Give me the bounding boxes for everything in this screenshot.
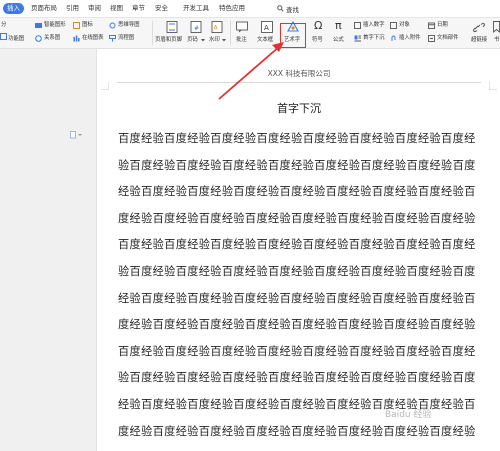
- drop-cap-button[interactable]: 首字下沉: [363, 35, 385, 42]
- paperclip-icon: [391, 35, 396, 41]
- formula-button[interactable]: 公式: [333, 37, 344, 44]
- hyperlink-button[interactable]: 超链接: [471, 37, 487, 44]
- page-outline-icon[interactable]: [70, 131, 82, 139]
- hyperlink-icon: [473, 22, 485, 33]
- doc-parts-button[interactable]: 文档部件: [437, 35, 459, 42]
- flowchart-button[interactable]: 流程图: [118, 35, 134, 42]
- watermark-button[interactable]: 水印: [209, 37, 220, 44]
- doc-parts-icon: [428, 35, 435, 42]
- header-divider: [117, 82, 481, 83]
- header-footer-button[interactable]: 页眉和页脚: [155, 37, 182, 44]
- svg-text:#: #: [194, 25, 199, 32]
- relation-graph-button[interactable]: 关系图: [44, 35, 60, 42]
- tab-view[interactable]: 视图: [110, 3, 123, 14]
- mind-map-button[interactable]: 思维导图: [118, 22, 140, 29]
- icon-library-icon: [73, 22, 80, 29]
- tab-review[interactable]: 审阅: [88, 3, 101, 14]
- icon-library-button[interactable]: 图标: [82, 22, 93, 29]
- insert-number-button[interactable]: 插入数字: [363, 22, 385, 29]
- smart-graphic-icon: [35, 23, 42, 28]
- bookmark-icon: [493, 21, 500, 33]
- object-icon: [390, 22, 397, 29]
- textbox-icon: A: [261, 21, 273, 33]
- document-page[interactable]: XXX 科技有限公司 首字下沉 百度经验百度经验百度经验百度经验百度经验百度经验…: [96, 49, 500, 451]
- pi-icon: π: [335, 19, 342, 32]
- relation-graph-icon: [35, 35, 42, 42]
- search-icon: [277, 5, 284, 12]
- insert-attachment-button[interactable]: 插入附件: [399, 35, 421, 42]
- chevron-down-icon[interactable]: [222, 39, 226, 42]
- margin-corner-mark: [101, 82, 109, 90]
- flowchart-icon: [109, 35, 116, 42]
- smart-graphic-button[interactable]: 智能图形: [44, 22, 66, 29]
- chevron-down-icon[interactable]: [201, 39, 205, 42]
- date-button[interactable]: 日期: [437, 22, 448, 29]
- chart-icon: [0, 33, 7, 40]
- tab-page-layout[interactable]: 页面布局: [31, 3, 57, 14]
- page-number-button[interactable]: 页码: [187, 37, 198, 44]
- tab-developer[interactable]: 开发工具: [183, 3, 209, 14]
- ribbon-fragment-1: 分: [1, 22, 7, 28]
- comment-icon: [236, 21, 248, 33]
- ribbon-toolbar: 分 功能图 智能图形 关系图 图标 在线图表 思维导图 流程图 页眉和页脚 # …: [0, 18, 500, 49]
- margin-corner-mark: [489, 82, 497, 90]
- svg-text:A: A: [264, 24, 269, 32]
- ribbon-tab-bar: 插入 页面布局 引用 审阅 视图 章节 安全 开发工具 特色应用 查找: [0, 0, 500, 18]
- tab-insert[interactable]: 插入: [3, 3, 24, 14]
- ribbon-divider: [152, 21, 153, 45]
- tab-security[interactable]: 安全: [155, 3, 168, 14]
- object-button[interactable]: 对象: [399, 22, 410, 29]
- document-title[interactable]: 首字下沉: [97, 100, 500, 116]
- mind-map-icon: [109, 22, 116, 29]
- function-chart-button[interactable]: 功能图: [8, 36, 24, 43]
- watermark-icon: A: [211, 21, 223, 33]
- header-footer-icon: [166, 21, 178, 33]
- textbox-button[interactable]: 文本框: [257, 37, 273, 44]
- tab-references[interactable]: 引用: [66, 3, 79, 14]
- ribbon-divider: [230, 21, 231, 45]
- baidu-watermark: Baidu 经验: [385, 410, 432, 420]
- calendar-icon: [428, 22, 435, 29]
- online-chart-icon: [73, 35, 80, 42]
- comment-button[interactable]: 批注: [236, 37, 247, 44]
- search-box[interactable]: 查找: [277, 3, 299, 14]
- number-icon: [354, 22, 361, 29]
- tab-special-apps[interactable]: 特色应用: [219, 3, 245, 14]
- bookmark-button[interactable]: 书: [494, 37, 499, 44]
- tab-chapter[interactable]: 章节: [132, 3, 145, 14]
- highlight-box: [280, 23, 306, 48]
- symbol-button[interactable]: 符号: [312, 37, 323, 44]
- page-number-icon: #: [190, 21, 202, 33]
- online-chart-button[interactable]: 在线图表: [82, 35, 104, 42]
- omega-icon: Ω: [314, 19, 323, 32]
- page-header-text[interactable]: XXX 科技有限公司: [97, 68, 500, 79]
- document-body[interactable]: 百度经验百度经验百度经验百度经验百度经验百度经验百度经验百度经验百度经验百度经验…: [118, 126, 478, 451]
- drop-cap-icon: [354, 35, 361, 42]
- search-label: 查找: [286, 5, 299, 14]
